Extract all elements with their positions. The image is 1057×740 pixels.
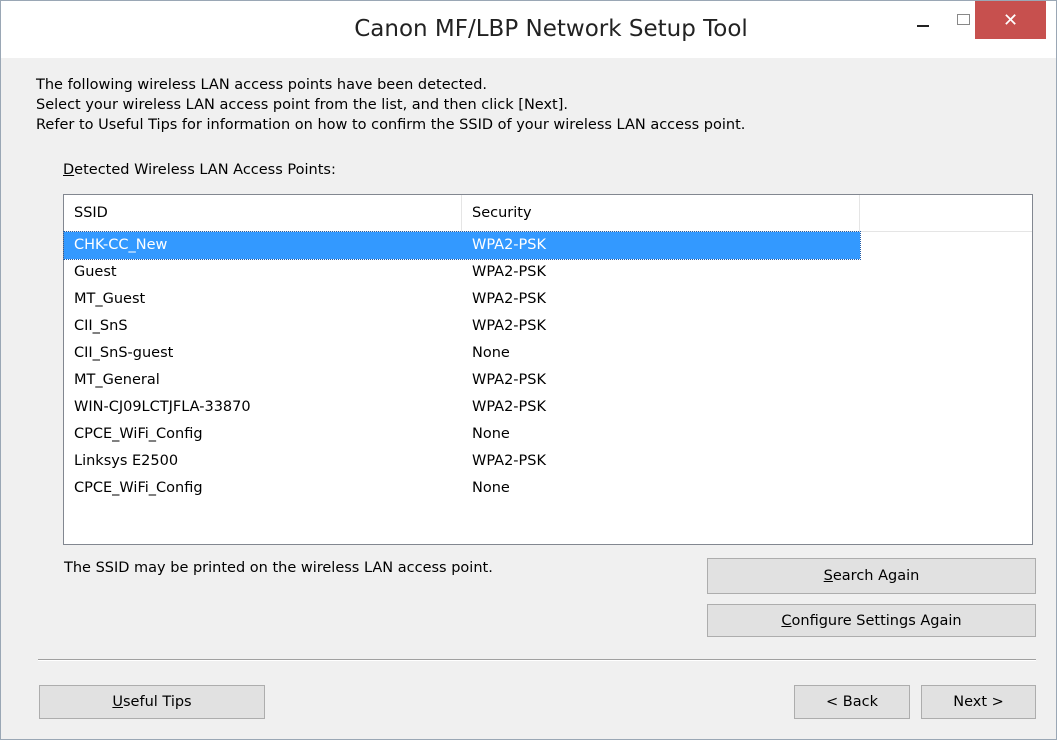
close-button[interactable]: ✕ bbox=[975, 1, 1046, 39]
window-title: Canon MF/LBP Network Setup Tool bbox=[354, 16, 748, 42]
security-cell: WPA2-PSK bbox=[472, 372, 546, 388]
setup-dialog: Canon MF/LBP Network Setup Tool ✕ The fo… bbox=[0, 0, 1057, 740]
ssid-cell: CPCE_WiFi_Config bbox=[74, 426, 203, 442]
next-button[interactable]: Next > bbox=[921, 685, 1036, 719]
security-cell: WPA2-PSK bbox=[472, 318, 546, 334]
list-row[interactable]: CPCE_WiFi_Config None bbox=[64, 475, 860, 502]
search-again-label: earch Again bbox=[832, 568, 920, 584]
ssid-cell: MT_Guest bbox=[74, 291, 146, 307]
ssid-cell: Guest bbox=[74, 264, 117, 280]
list-row-selected[interactable]: CHK-CC_New WPA2-PSK bbox=[63, 231, 861, 260]
ssid-hint: The SSID may be printed on the wireless … bbox=[64, 560, 493, 576]
list-row[interactable]: CPCE_WiFi_Config None bbox=[64, 421, 860, 448]
ssid-cell: MT_General bbox=[74, 372, 160, 388]
ssid-cell: WIN-CJ09LCTJFLA-33870 bbox=[74, 399, 251, 415]
list-row[interactable]: CII_SnS-guest None bbox=[64, 340, 860, 367]
list-row[interactable]: MT_Guest WPA2-PSK bbox=[64, 286, 860, 313]
security-cell: WPA2-PSK bbox=[472, 237, 546, 253]
security-cell: None bbox=[472, 345, 510, 361]
access-points-caption: Detected Wireless LAN Access Points: bbox=[63, 162, 336, 178]
caption-mnemonic: D bbox=[63, 162, 75, 178]
instruction-line-1: The following wireless LAN access points… bbox=[36, 77, 488, 93]
ssid-cell: CII_SnS-guest bbox=[74, 345, 174, 361]
security-cell: None bbox=[472, 480, 510, 496]
list-row[interactable]: MT_General WPA2-PSK bbox=[64, 367, 860, 394]
security-cell: None bbox=[472, 426, 510, 442]
list-header: SSID Security bbox=[64, 195, 1032, 232]
close-icon: ✕ bbox=[1002, 9, 1019, 31]
list-row[interactable]: CII_SnS WPA2-PSK bbox=[64, 313, 860, 340]
ssid-cell: CPCE_WiFi_Config bbox=[74, 480, 203, 496]
instruction-line-3: Refer to Useful Tips for information on … bbox=[36, 117, 746, 133]
ssid-cell: Linksys E2500 bbox=[74, 453, 179, 469]
useful-tips-mnemonic: U bbox=[112, 694, 123, 710]
useful-tips-label: seful Tips bbox=[123, 694, 192, 710]
configure-again-mnemonic: C bbox=[781, 612, 792, 629]
list-row[interactable]: Linksys E2500 WPA2-PSK bbox=[64, 448, 860, 475]
security-cell: WPA2-PSK bbox=[472, 399, 546, 415]
access-point-list[interactable]: SSID Security CHK-CC_New WPA2-PSK Guest … bbox=[63, 194, 1033, 545]
minimize-icon bbox=[917, 25, 929, 27]
ssid-cell: CHK-CC_New bbox=[74, 237, 168, 253]
security-cell: WPA2-PSK bbox=[472, 264, 546, 280]
search-again-mnemonic: S bbox=[823, 568, 833, 584]
list-row[interactable]: Guest WPA2-PSK bbox=[64, 259, 860, 286]
maximize-icon bbox=[956, 13, 970, 25]
search-again-button[interactable]: Search Again bbox=[707, 558, 1036, 594]
list-row[interactable]: WIN-CJ09LCTJFLA-33870 WPA2-PSK bbox=[64, 394, 860, 421]
useful-tips-button[interactable]: Useful Tips bbox=[39, 685, 265, 719]
security-cell: WPA2-PSK bbox=[472, 453, 546, 469]
column-header-ssid[interactable]: SSID bbox=[64, 195, 462, 231]
caption-text: etected Wireless LAN Access Points: bbox=[74, 162, 336, 178]
configure-settings-again-button[interactable]: Configure Settings Again bbox=[707, 604, 1036, 637]
back-button[interactable]: < Back bbox=[794, 685, 910, 719]
instruction-line-2: Select your wireless LAN access point fr… bbox=[36, 97, 568, 113]
minimize-button[interactable] bbox=[901, 1, 945, 37]
ssid-cell: CII_SnS bbox=[74, 318, 128, 334]
configure-again-label: onfigure Settings Again bbox=[791, 612, 962, 629]
footer-separator bbox=[38, 659, 1036, 661]
column-header-security[interactable]: Security bbox=[462, 195, 860, 231]
security-cell: WPA2-PSK bbox=[472, 291, 546, 307]
title-bar[interactable]: Canon MF/LBP Network Setup Tool ✕ bbox=[1, 1, 1056, 58]
